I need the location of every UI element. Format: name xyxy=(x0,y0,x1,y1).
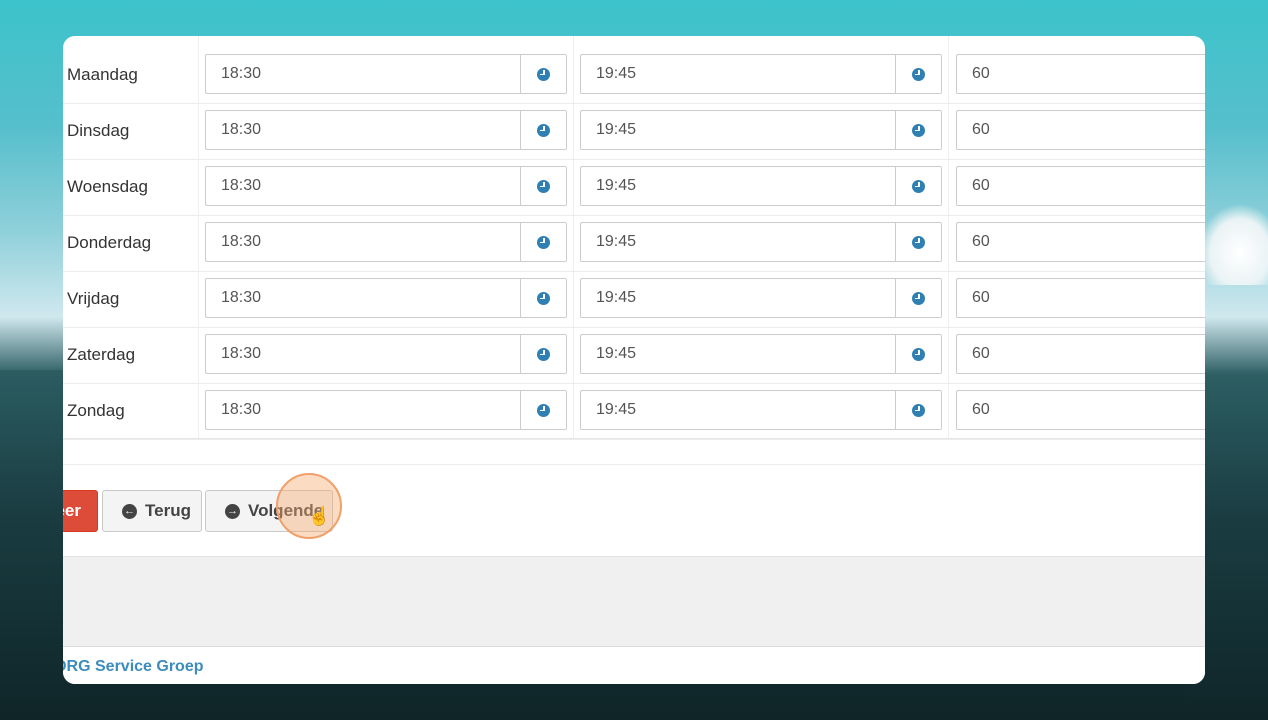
delete-button[interactable]: eer xyxy=(63,490,98,532)
table-row: Donderdag xyxy=(63,215,1205,272)
start-time-group xyxy=(205,166,567,206)
footer-company-link[interactable]: DRG Service Groep xyxy=(63,658,204,676)
duration-input[interactable] xyxy=(957,223,1205,261)
end-time-picker-button[interactable] xyxy=(895,335,941,373)
delete-button-label: eer xyxy=(63,501,81,520)
start-time-picker-button[interactable] xyxy=(520,223,566,261)
table-row: Zaterdag xyxy=(63,327,1205,384)
clock-icon xyxy=(537,291,550,305)
start-time-group xyxy=(205,110,567,150)
start-time-picker-button[interactable] xyxy=(520,111,566,149)
table-row: Vrijdag xyxy=(63,271,1205,328)
background-cloud xyxy=(1198,205,1268,285)
content-footer-spacer xyxy=(63,556,1205,647)
form-actions: eer ← Terug → Volgende xyxy=(63,464,1205,557)
arrow-circle-left-icon: ← xyxy=(122,503,137,519)
start-time-group xyxy=(205,278,567,318)
day-label: Vrijdag xyxy=(67,289,120,308)
clock-icon xyxy=(537,347,550,361)
clock-icon xyxy=(537,403,550,417)
page-footer: DRG Service Groep xyxy=(63,646,1205,684)
table-row: Dinsdag xyxy=(63,103,1205,160)
end-time-group xyxy=(580,166,942,206)
start-time-input[interactable] xyxy=(206,55,521,93)
start-time-input[interactable] xyxy=(206,335,521,373)
end-time-group xyxy=(580,278,942,318)
table-row: Woensdag xyxy=(63,159,1205,216)
clock-icon xyxy=(537,67,550,81)
start-time-picker-button[interactable] xyxy=(520,167,566,205)
end-time-group xyxy=(580,54,942,94)
clock-icon xyxy=(912,235,925,249)
arrow-circle-right-icon: → xyxy=(225,503,240,519)
clock-icon xyxy=(912,123,925,137)
day-label: Zondag xyxy=(67,401,125,420)
end-time-input[interactable] xyxy=(581,55,896,93)
clock-icon xyxy=(912,347,925,361)
start-time-input[interactable] xyxy=(206,279,521,317)
start-time-group xyxy=(205,222,567,262)
end-time-input[interactable] xyxy=(581,167,896,205)
clock-icon xyxy=(912,291,925,305)
end-time-input[interactable] xyxy=(581,391,896,429)
duration-input[interactable] xyxy=(957,279,1205,317)
end-time-input[interactable] xyxy=(581,223,896,261)
duration-input[interactable] xyxy=(957,391,1205,429)
end-time-input[interactable] xyxy=(581,335,896,373)
end-time-input[interactable] xyxy=(581,279,896,317)
start-time-input[interactable] xyxy=(206,391,521,429)
start-time-picker-button[interactable] xyxy=(520,279,566,317)
clock-icon xyxy=(537,123,550,137)
end-time-picker-button[interactable] xyxy=(895,55,941,93)
start-time-picker-button[interactable] xyxy=(520,335,566,373)
duration-group xyxy=(956,390,1205,430)
table-row: Zondag xyxy=(63,383,1205,440)
end-time-group xyxy=(580,334,942,374)
start-time-group xyxy=(205,390,567,430)
start-time-group xyxy=(205,334,567,374)
back-button-label: Terug xyxy=(145,501,191,520)
end-time-picker-button[interactable] xyxy=(895,391,941,429)
day-label: Dinsdag xyxy=(67,121,130,140)
duration-group xyxy=(956,110,1205,150)
start-time-picker-button[interactable] xyxy=(520,391,566,429)
day-label: Donderdag xyxy=(67,233,152,252)
end-time-group xyxy=(580,390,942,430)
app-window: Maandag Dinsdag Woensdag Donderdag Vrijdag Za… xyxy=(63,36,1205,684)
start-time-input[interactable] xyxy=(206,223,521,261)
end-time-picker-button[interactable] xyxy=(895,167,941,205)
clock-icon xyxy=(537,235,550,249)
duration-group xyxy=(956,222,1205,262)
clock-icon xyxy=(912,403,925,417)
end-time-picker-button[interactable] xyxy=(895,111,941,149)
duration-input[interactable] xyxy=(957,111,1205,149)
clock-icon xyxy=(912,67,925,81)
start-time-input[interactable] xyxy=(206,167,521,205)
duration-group xyxy=(956,54,1205,94)
end-time-group xyxy=(580,222,942,262)
day-label: Woensdag xyxy=(67,177,148,196)
start-time-input[interactable] xyxy=(206,111,521,149)
end-time-picker-button[interactable] xyxy=(895,223,941,261)
end-time-picker-button[interactable] xyxy=(895,279,941,317)
clock-icon xyxy=(537,179,550,193)
start-time-picker-button[interactable] xyxy=(520,55,566,93)
duration-input[interactable] xyxy=(957,167,1205,205)
back-button[interactable]: ← Terug xyxy=(102,490,202,532)
clock-icon xyxy=(912,179,925,193)
table-row: Maandag xyxy=(63,47,1205,104)
day-label: Maandag xyxy=(67,65,138,84)
start-time-group xyxy=(205,54,567,94)
end-time-group xyxy=(580,110,942,150)
hand-cursor-icon: ☝ xyxy=(308,506,331,526)
duration-group xyxy=(956,278,1205,318)
end-time-input[interactable] xyxy=(581,111,896,149)
day-label: Zaterdag xyxy=(67,345,136,364)
duration-group xyxy=(956,166,1205,206)
duration-input[interactable] xyxy=(957,55,1205,93)
schedule-table: Maandag Dinsdag Woensdag Donderdag Vrijdag Za… xyxy=(63,36,1205,440)
duration-group xyxy=(956,334,1205,374)
duration-input[interactable] xyxy=(957,335,1205,373)
